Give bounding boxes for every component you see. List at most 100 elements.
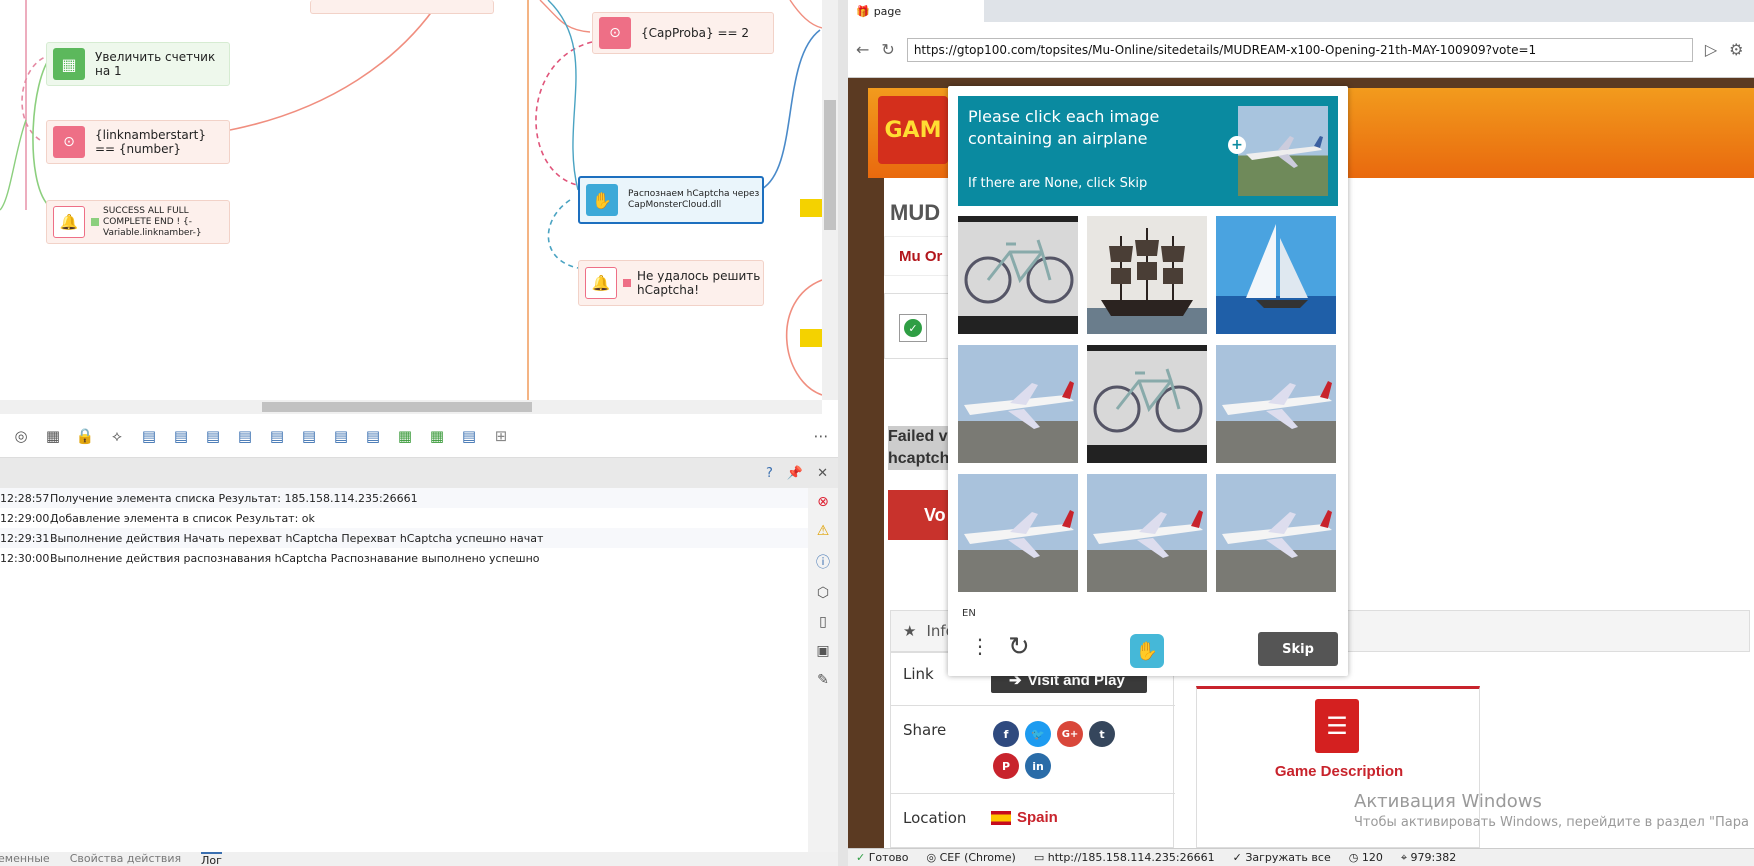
canvas-vertical-scrollbar[interactable] (822, 0, 838, 400)
log-row[interactable]: 12:29:00 Добавление элемента в список Рез… (0, 508, 808, 528)
list-icon[interactable]: ▤ (138, 425, 160, 447)
challenge-tile[interactable] (958, 474, 1078, 592)
node-partial-top[interactable] (310, 0, 494, 14)
phone-icon[interactable]: ▯ (819, 614, 827, 630)
skip-button[interactable]: Skip (1258, 632, 1338, 666)
google-plus-icon[interactable]: G+ (1057, 721, 1083, 747)
image-icon[interactable]: ▣ (816, 643, 829, 659)
list-icon[interactable]: ▤ (298, 425, 320, 447)
twitter-icon[interactable]: 🐦 (1025, 721, 1051, 747)
star-icon: ★ (903, 622, 917, 640)
splitter[interactable] (838, 0, 848, 866)
add-icon[interactable]: ⊞ (490, 425, 512, 447)
list-icon[interactable]: ▤ (266, 425, 288, 447)
node-capproba[interactable]: ⊙ {CapProba} == 2 (592, 12, 774, 54)
log-text: Выполнение действия распознавания hCaptc… (50, 551, 540, 565)
tab-log[interactable]: Лог (201, 852, 222, 866)
challenge-tile[interactable] (1216, 216, 1336, 334)
tab-action-properties[interactable]: Свойства действия (70, 852, 181, 866)
tag-icon[interactable]: ⬡ (817, 585, 829, 601)
table-icon[interactable]: ▦ (394, 425, 416, 447)
add-icon[interactable]: + (1228, 136, 1246, 154)
node-condition-link[interactable]: ⊙ {linknamberstart} == {number} (46, 120, 230, 164)
node-fail[interactable]: 🔔 Не удалось решить hCaptcha! (578, 260, 764, 306)
status-timeout: ◷ 120 (1349, 851, 1383, 864)
scroll-thumb[interactable] (262, 402, 532, 412)
browser-tab[interactable]: 🎁 page (848, 0, 984, 22)
info-icon[interactable]: ⓘ (816, 552, 830, 572)
log-row[interactable]: 12:30:00 Выполнение действия распознавани… (0, 548, 808, 568)
workflow-canvas[interactable]: ▦ Увеличить счетчик на 1 ⊙ {linknamberst… (0, 0, 838, 414)
challenge-tile[interactable] (1216, 474, 1336, 592)
brush-icon[interactable]: ✎ (817, 672, 829, 688)
list-icon[interactable]: ▤ (202, 425, 224, 447)
list-icon[interactable]: ▤ (234, 425, 256, 447)
refresh-icon[interactable]: ↻ (1008, 632, 1030, 662)
log-time: 12:28:57 (0, 491, 50, 505)
user-icon[interactable]: ◎ (10, 425, 32, 447)
node-recognize-hcaptcha[interactable]: ✋ Распознаем hCaptcha через CapMonsterCl… (578, 176, 764, 224)
settings-icon[interactable]: ⚙ (1729, 40, 1743, 59)
clock-icon: ◷ (1348, 851, 1359, 864)
warning-icon[interactable]: ⚠ (817, 523, 830, 539)
lock-icon[interactable]: 🔒 (74, 425, 96, 447)
go-icon[interactable]: ▷ (1705, 40, 1717, 59)
hcaptcha-logo-icon: ✋ (1130, 634, 1164, 668)
status-ready: ✓ Готово (856, 851, 909, 864)
bicycle-image (1087, 345, 1207, 463)
tumblr-icon[interactable]: t (1089, 721, 1115, 747)
scroll-thumb[interactable] (824, 100, 836, 230)
list-icon[interactable]: ▤ (170, 425, 192, 447)
log-text: Получение элемента списка Результат: 185… (50, 491, 418, 505)
challenge-hint: If there are None, click Skip (968, 176, 1148, 191)
list-icon[interactable]: ▤ (330, 425, 352, 447)
challenge-tile[interactable] (1087, 474, 1207, 592)
error-icon[interactable]: ⊗ (817, 494, 829, 510)
log-row[interactable]: 12:28:57 Получение элемента списка Резуль… (0, 488, 808, 508)
info-table: Link ➔ Visit and Play Share f 🐦 G+ t P i… (890, 652, 1175, 848)
grid-icon[interactable]: ▦ (42, 425, 64, 447)
table-icon[interactable]: ▦ (426, 425, 448, 447)
pin-icon[interactable]: 📌 (787, 466, 803, 481)
help-icon[interactable]: ? (766, 466, 773, 481)
menu-dots-icon[interactable]: ⋮ (970, 634, 990, 658)
list-icon[interactable]: ▤ (362, 425, 384, 447)
check-circle-icon: ✓ (856, 851, 866, 864)
check-icon: ✓ (904, 319, 922, 337)
reload-icon[interactable]: ↻ (881, 40, 894, 59)
spain-flag-icon (991, 810, 1011, 825)
challenge-tile[interactable] (1087, 345, 1207, 463)
pinterest-icon[interactable]: P (993, 753, 1019, 779)
captcha-checkbox[interactable]: ✓ (899, 314, 927, 342)
canvas-horizontal-scrollbar[interactable] (0, 400, 822, 414)
challenge-header: Please click each image containing an ai… (958, 96, 1338, 206)
success-marker (91, 218, 99, 226)
challenge-tile[interactable] (958, 345, 1078, 463)
node-increment-counter[interactable]: ▦ Увеличить счетчик на 1 (46, 42, 230, 86)
url-input[interactable]: https://gtop100.com/topsites/Mu-Online/s… (906, 37, 1693, 62)
challenge-tile[interactable] (958, 216, 1078, 334)
challenge-tile[interactable] (1216, 345, 1336, 463)
tree-icon[interactable]: ⟡ (106, 425, 128, 447)
status-timeout-text: 120 (1361, 851, 1383, 864)
linkedin-icon[interactable]: in (1025, 753, 1051, 779)
status-load[interactable]: ✓ Загружать все (1233, 851, 1331, 864)
more-icon[interactable]: ⋯ (810, 425, 832, 447)
tab-variables[interactable]: Переменные (0, 852, 50, 866)
divider (891, 793, 1175, 794)
close-icon[interactable]: ✕ (817, 466, 828, 481)
back-icon[interactable]: ← (856, 40, 869, 59)
log-row[interactable]: 12:29:31 Выполнение действия Начать перех… (0, 528, 808, 548)
airplane-image (1216, 474, 1336, 592)
list-icon[interactable]: ▤ (458, 425, 480, 447)
challenge-tile[interactable] (1087, 216, 1207, 334)
facebook-icon[interactable]: f (993, 721, 1019, 747)
airplane-image (1216, 345, 1336, 463)
check-icon: ✓ (1232, 851, 1242, 864)
location-value: Spain (991, 809, 1058, 826)
node-label: {CapProba} == 2 (641, 26, 749, 40)
log-panel: ? 📌 ✕ 12:28:57 Получение элемента списка … (0, 458, 838, 852)
language-label[interactable]: EN (962, 608, 976, 619)
gift-icon: 🎁 (856, 4, 870, 18)
node-success[interactable]: 🔔 SUCCESS ALL FULL COMPLETE END ! {-Vari… (46, 200, 230, 244)
